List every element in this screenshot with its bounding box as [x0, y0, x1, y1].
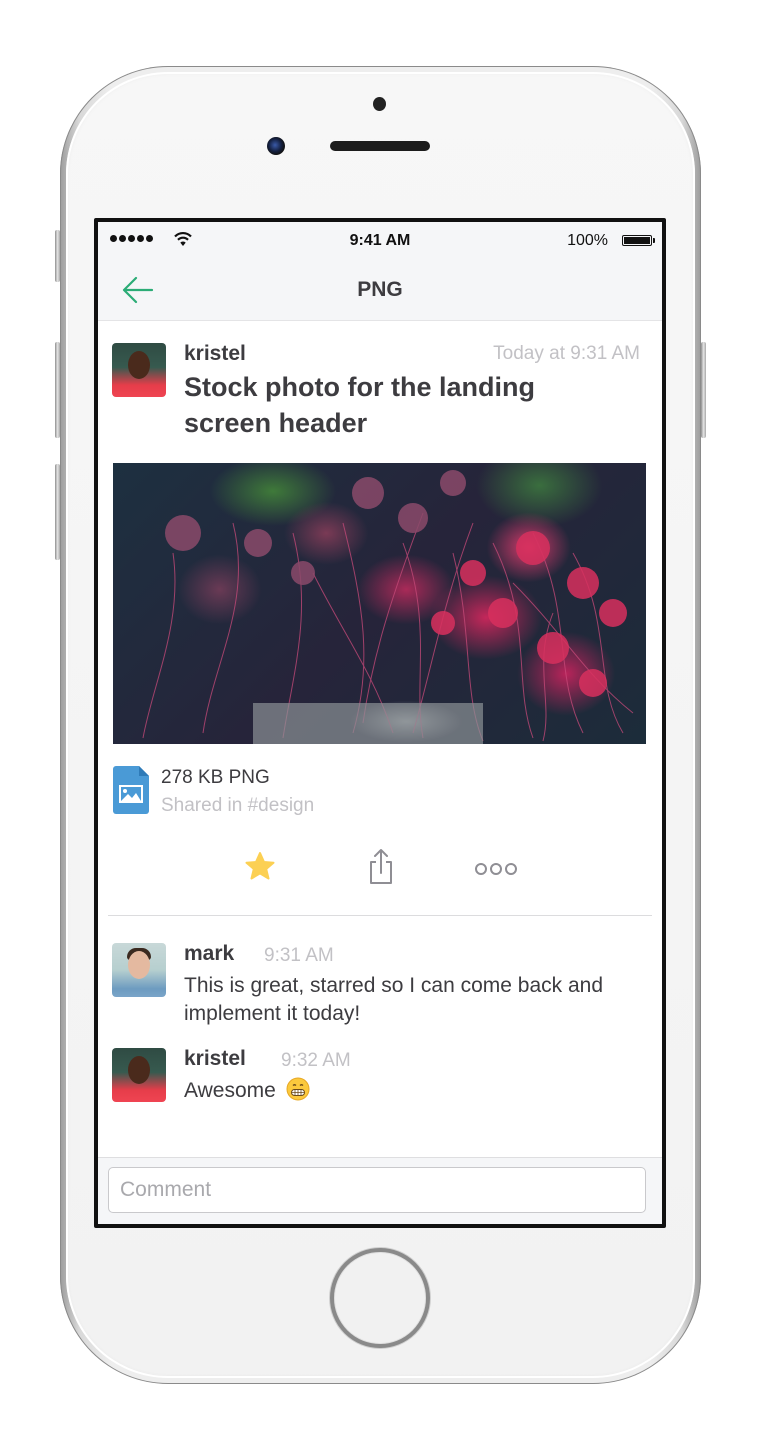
more-button[interactable]: [474, 847, 518, 887]
avatar-kristel[interactable]: [112, 1048, 166, 1102]
volume-down-button: [55, 464, 60, 560]
battery-icon: [622, 235, 655, 246]
status-bar: 9:41 AM 100%: [98, 222, 662, 260]
comment-author[interactable]: kristel: [184, 1047, 246, 1071]
proximity-sensor: [373, 97, 386, 111]
comment-text: This is great, starred so I can come bac…: [184, 974, 604, 1025]
home-button[interactable]: [330, 1248, 430, 1348]
avatar-kristel[interactable]: [112, 343, 166, 397]
grimacing-face-emoji-icon: [286, 1077, 310, 1101]
comment-time: 9:31 AM: [264, 945, 334, 966]
battery-percentage: 100%: [567, 232, 608, 249]
file-detail-content: kristel Today at 9:31 AM Stock photo for…: [98, 321, 662, 1159]
share-button[interactable]: [361, 847, 401, 887]
star-button[interactable]: [240, 847, 280, 887]
comment-author[interactable]: mark: [184, 942, 234, 966]
navigation-bar: PNG: [98, 260, 662, 321]
arrow-left-icon: [122, 276, 154, 304]
power-button: [701, 342, 706, 438]
post-author[interactable]: kristel: [184, 342, 246, 366]
beets-photo: [142, 470, 634, 744]
comment-text: Awesome: [184, 1079, 276, 1102]
post-timestamp: Today at 9:31 AM: [493, 343, 640, 364]
mute-switch: [55, 230, 60, 282]
file-title: Stock photo for the landing screen heade…: [184, 372, 535, 438]
back-button[interactable]: [120, 274, 156, 306]
divider: [108, 915, 652, 916]
more-icon: [475, 863, 517, 875]
front-camera: [267, 137, 285, 155]
avatar-mark[interactable]: [112, 943, 166, 997]
share-icon: [370, 849, 392, 884]
volume-up-button: [55, 342, 60, 438]
image-file-icon: [113, 766, 149, 814]
comment-time: 9:32 AM: [281, 1050, 351, 1071]
page-title: PNG: [357, 278, 403, 301]
file-size: 278 KB PNG: [161, 767, 270, 788]
file-shared-channel[interactable]: Shared in #design: [161, 795, 314, 817]
screen: 9:41 AM 100% PNG kristel Today at 9:31 A…: [94, 218, 666, 1228]
comment-composer: [98, 1157, 662, 1224]
earpiece-speaker: [330, 141, 430, 151]
comment-text-row: Awesome: [184, 1077, 624, 1105]
comment-input[interactable]: [108, 1167, 646, 1213]
star-icon: [245, 852, 275, 880]
file-image-preview[interactable]: [113, 463, 646, 744]
